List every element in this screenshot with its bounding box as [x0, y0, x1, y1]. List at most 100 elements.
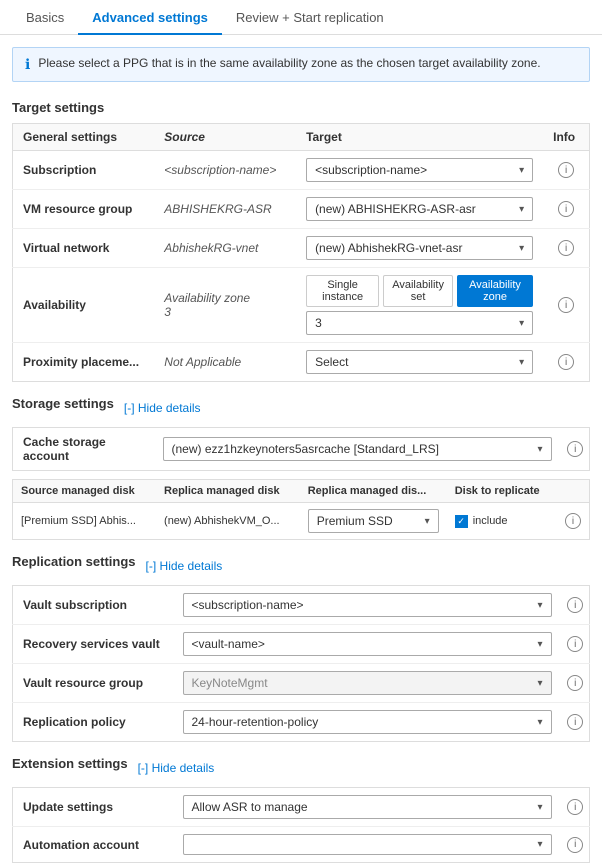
chevron-down-icon: ▾	[519, 318, 524, 329]
update-settings-info: i	[562, 788, 590, 827]
cache-label: Cache storage account	[13, 428, 153, 471]
info-circle-update[interactable]: i	[567, 799, 583, 815]
disk-col-replicate: Disk to replicate	[447, 480, 557, 503]
subscription-dropdown[interactable]: <subscription-name> ▾	[306, 158, 533, 182]
table-row: Subscription <subscription-name> <subscr…	[13, 151, 590, 190]
tab-bar: Basics Advanced settings Review + Start …	[0, 0, 602, 35]
disk-include: ✓ include	[447, 503, 557, 540]
info-circle-automation[interactable]: i	[567, 837, 583, 853]
cache-info: i	[562, 428, 590, 471]
disk-replica-value: (new) AbhishekVM_O...	[156, 503, 300, 540]
proximity-dropdown[interactable]: Select ▾	[306, 350, 533, 374]
chevron-down-icon: ▾	[537, 639, 542, 650]
info-circle-vm-rg[interactable]: i	[558, 201, 574, 217]
table-row: Update settings Allow ASR to manage ▾ i	[13, 788, 590, 827]
chevron-down-icon: ▾	[537, 802, 542, 813]
info-circle-repl-policy[interactable]: i	[567, 714, 583, 730]
tab-review[interactable]: Review + Start replication	[222, 0, 398, 35]
disk-col-replica: Replica managed disk	[156, 480, 300, 503]
info-circle-recovery-vault[interactable]: i	[567, 636, 583, 652]
automation-dropdown[interactable]: ▾	[183, 834, 552, 855]
disk-table: Source managed disk Replica managed disk…	[12, 479, 590, 540]
disk-type-dropdown[interactable]: Premium SSD ▾	[308, 509, 439, 533]
info-circle-proximity[interactable]: i	[558, 354, 574, 370]
info-circle-subscription[interactable]: i	[558, 162, 574, 178]
vault-sub-target: <subscription-name> ▾	[173, 586, 562, 625]
tab-advanced[interactable]: Advanced settings	[78, 0, 222, 35]
cache-row: Cache storage account (new) ezz1hzkeynot…	[13, 428, 590, 471]
avail-btn-single[interactable]: Single instance	[306, 275, 379, 307]
storage-hide-link[interactable]: [-] Hide details	[124, 401, 201, 415]
cache-storage-table: Cache storage account (new) ezz1hzkeynot…	[12, 427, 590, 471]
replication-settings-title: Replication settings	[12, 554, 136, 569]
row-source-vm-rg: ABHISHEKRG-ASR	[154, 190, 296, 229]
vm-rg-dropdown[interactable]: (new) ABHISHEKRG-ASR-asr ▾	[306, 197, 533, 221]
chevron-down-icon: ▾	[519, 204, 524, 215]
row-label-vnet: Virtual network	[13, 229, 155, 268]
disk-col-info	[557, 480, 590, 503]
availability-button-group: Single instance Availability set Availab…	[306, 275, 533, 307]
info-circle-vault-sub[interactable]: i	[567, 597, 583, 613]
row-source-vnet: AbhishekRG-vnet	[154, 229, 296, 268]
replication-hide-link[interactable]: [-] Hide details	[146, 559, 223, 573]
extension-settings-section: Extension settings [-] Hide details Upda…	[0, 746, 602, 867]
replication-settings-section: Replication settings [-] Hide details Va…	[0, 544, 602, 746]
avail-btn-zone[interactable]: Availability zone	[457, 275, 533, 307]
include-checkbox[interactable]: ✓	[455, 515, 468, 528]
row-target-vnet: (new) AbhishekRG-vnet-asr ▾	[296, 229, 543, 268]
chevron-down-icon: ▾	[537, 717, 542, 728]
cache-target: (new) ezz1hzkeynoters5asrcache [Standard…	[153, 428, 562, 471]
cache-storage-dropdown[interactable]: (new) ezz1hzkeynoters5asrcache [Standard…	[163, 437, 552, 461]
disk-replica-type: Premium SSD ▾	[300, 503, 447, 540]
vault-subscription-dropdown[interactable]: <subscription-name> ▾	[183, 593, 552, 617]
update-settings-target: Allow ASR to manage ▾	[173, 788, 562, 827]
recovery-vault-dropdown[interactable]: <vault-name> ▾	[183, 632, 552, 656]
col-header-info: Info	[543, 124, 589, 151]
extension-settings-table: Update settings Allow ASR to manage ▾ i …	[12, 787, 590, 863]
row-info-proximity: i	[543, 343, 589, 382]
recovery-vault-target: <vault-name> ▾	[173, 625, 562, 664]
availability-zone-dropdown[interactable]: 3 ▾	[306, 311, 533, 335]
repl-policy-info: i	[562, 703, 590, 742]
info-circle-disk[interactable]: i	[565, 513, 581, 529]
table-row: Virtual network AbhishekRG-vnet (new) Ab…	[13, 229, 590, 268]
vnet-dropdown[interactable]: (new) AbhishekRG-vnet-asr ▾	[306, 236, 533, 260]
row-info-subscription: i	[543, 151, 589, 190]
update-settings-dropdown[interactable]: Allow ASR to manage ▾	[183, 795, 552, 819]
chevron-down-icon: ▾	[537, 444, 542, 455]
recovery-vault-info: i	[562, 625, 590, 664]
extension-settings-title: Extension settings	[12, 756, 128, 771]
repl-policy-dropdown[interactable]: 24-hour-retention-policy ▾	[183, 710, 552, 734]
table-row: Recovery services vault <vault-name> ▾ i	[13, 625, 590, 664]
avail-btn-set[interactable]: Availability set	[383, 275, 453, 307]
table-row: Vault resource group KeyNoteMgmt ▾ i	[13, 664, 590, 703]
table-row: VM resource group ABHISHEKRG-ASR (new) A…	[13, 190, 590, 229]
vault-rg-label: Vault resource group	[13, 664, 173, 703]
include-checkbox-wrap: ✓ include	[455, 515, 549, 528]
replication-title-row: Replication settings [-] Hide details	[12, 554, 590, 577]
info-circle-cache[interactable]: i	[567, 441, 583, 457]
row-target-availability: Single instance Availability set Availab…	[296, 268, 543, 343]
chevron-down-icon: ▾	[537, 678, 542, 689]
info-circle-vnet[interactable]: i	[558, 240, 574, 256]
storage-settings-section: Storage settings [-] Hide details Cache …	[0, 386, 602, 544]
info-circle-vault-rg[interactable]: i	[567, 675, 583, 691]
extension-title-row: Extension settings [-] Hide details	[12, 756, 590, 779]
row-source-proximity: Not Applicable	[154, 343, 296, 382]
disk-source-value: [Premium SSD] Abhis...	[13, 503, 157, 540]
automation-label: Automation account	[13, 827, 173, 863]
info-circle-availability[interactable]: i	[558, 297, 574, 313]
automation-target: ▾	[173, 827, 562, 863]
vault-rg-dropdown[interactable]: KeyNoteMgmt ▾	[183, 671, 552, 695]
table-row: Automation account ▾ i	[13, 827, 590, 863]
replication-settings-table: Vault subscription <subscription-name> ▾…	[12, 585, 590, 742]
row-label-subscription: Subscription	[13, 151, 155, 190]
vault-rg-target: KeyNoteMgmt ▾	[173, 664, 562, 703]
tab-basics[interactable]: Basics	[12, 0, 78, 35]
target-settings-title: Target settings	[12, 100, 590, 115]
include-label: include	[473, 515, 508, 527]
extension-hide-link[interactable]: [-] Hide details	[138, 761, 215, 775]
vault-sub-info: i	[562, 586, 590, 625]
row-label-vm-rg: VM resource group	[13, 190, 155, 229]
chevron-down-icon: ▾	[537, 600, 542, 611]
